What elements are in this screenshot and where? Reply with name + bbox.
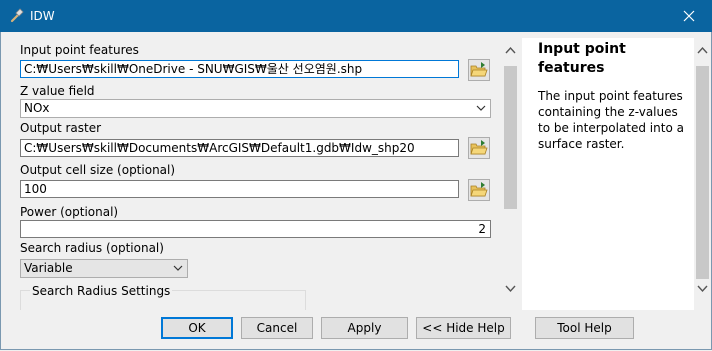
search-radius-value: Variable [24,261,73,275]
input-features-browse-button[interactable] [468,59,490,81]
parameters-scrollbar[interactable] [502,38,519,310]
hide-help-button[interactable]: << Hide Help [416,317,511,339]
search-radius-dropdown[interactable]: Variable [20,259,188,278]
output-raster-label: Output raster [20,121,102,135]
folder-open-icon [470,62,488,77]
chevron-down-icon [173,265,183,271]
close-button[interactable] [666,0,712,32]
help-panel: Input point features The input point fea… [522,38,694,310]
scroll-up-icon[interactable] [505,45,516,56]
input-features-field[interactable]: C:₩Users₩skill₩OneDrive - SNU₩GIS₩울산 선오염… [20,60,459,78]
help-scrollbar[interactable] [694,38,711,310]
z-field-value: NOx [24,101,50,115]
help-text: The input point features containing the … [538,89,684,151]
hammer-icon [10,8,24,23]
z-field-dropdown[interactable]: NOx [20,99,491,118]
scroll-down-icon[interactable] [697,283,708,294]
help-title: Input point features [538,41,626,76]
output-raster-browse-button[interactable] [468,137,490,159]
z-field-label: Z value field [20,84,95,98]
apply-button[interactable]: Apply [321,317,408,339]
chevron-down-icon [476,105,486,111]
window-title: IDW [30,9,55,23]
output-raster-field[interactable]: C:₩Users₩skill₩Documents₩ArcGIS₩Default1… [20,139,459,157]
cancel-button[interactable]: Cancel [241,317,313,339]
scrollbar-thumb[interactable] [696,66,709,279]
cell-size-browse-button[interactable] [468,179,490,201]
power-label: Power (optional) [20,205,119,219]
search-radius-settings-label: Search Radius Settings [30,284,173,298]
ok-button[interactable]: OK [161,317,233,339]
input-features-label: Input point features [20,43,139,57]
folder-open-icon [470,140,488,155]
cell-size-field[interactable]: 100 [20,180,459,198]
power-field[interactable]: 2 [20,220,491,238]
cell-size-label: Output cell size (optional) [20,163,176,177]
tool-help-button[interactable]: Tool Help [535,317,634,339]
title-bar: IDW [0,0,712,32]
search-radius-label: Search radius (optional) [20,241,164,255]
scroll-up-icon[interactable] [697,45,708,56]
close-icon [683,10,695,22]
folder-open-icon [470,182,488,197]
scrollbar-thumb[interactable] [504,66,517,209]
parameters-panel: Input point features C:₩Users₩skill₩OneD… [7,38,502,310]
scroll-down-icon[interactable] [505,283,516,294]
